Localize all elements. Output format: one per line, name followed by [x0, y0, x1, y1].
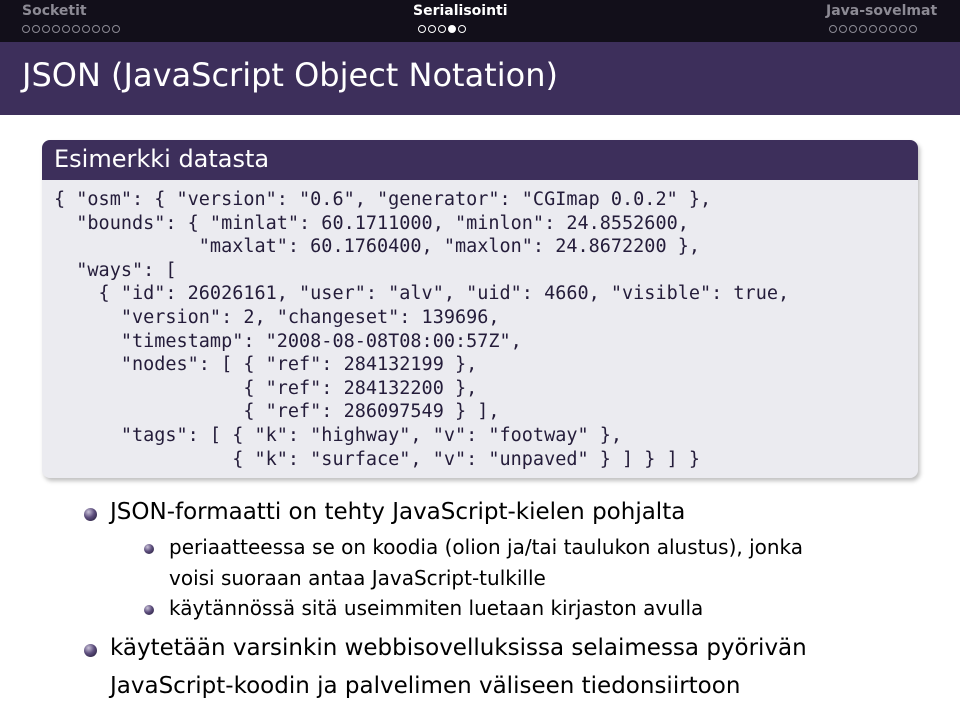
nav-dot[interactable]: [428, 25, 436, 33]
code-line: { "osm": { "version": "0.6", "generator"…: [54, 189, 712, 210]
sub-item-library: käytännössä sitä useimmiten luetaan kirj…: [169, 596, 704, 620]
frame-title: JSON (JavaScript Object Notation): [22, 56, 558, 94]
bullet-ball-icon: [84, 508, 97, 521]
code-line: "ways": [: [54, 259, 177, 281]
nav-dot[interactable]: [879, 25, 887, 33]
nav-dot[interactable]: [418, 25, 426, 33]
code-line: { "ref": 286097549 } ],: [54, 401, 500, 423]
nav-dot[interactable]: [22, 25, 30, 33]
frame-title-bar: JSON (JavaScript Object Notation): [0, 42, 960, 115]
bullet-item-web-line2: JavaScript-koodin ja palvelimen väliseen…: [110, 673, 741, 699]
nav-section-serialisointi[interactable]: Serialisointi: [413, 3, 508, 19]
nav-dot[interactable]: [909, 25, 917, 33]
nav-dot[interactable]: [32, 25, 40, 33]
nav-dot[interactable]: [869, 25, 877, 33]
nav-dot[interactable]: [72, 25, 80, 33]
example-block-header: Esimerkki datasta: [42, 140, 918, 180]
nav-dot[interactable]: [62, 25, 70, 33]
nav-section-java-sovelmat[interactable]: Java-sovelmat: [826, 3, 937, 19]
code-line: { "k": "surface", "v": "unpaved" } ] } ]…: [54, 448, 701, 470]
bullet-item-json-format: JSON-formaatti on tehty JavaScript-kiele…: [110, 499, 686, 525]
nav-dot[interactable]: [92, 25, 100, 33]
nav-dot-current[interactable]: [448, 25, 456, 33]
nav-dot[interactable]: [859, 25, 867, 33]
code-line: "nodes": [ { "ref": 284132199 },: [54, 354, 478, 376]
sub-item-code-line2: voisi suoraan antaa JavaScript-tulkille: [169, 566, 546, 590]
sub-item-code-line1: periaatteessa se on koodia (olion ja/tai…: [169, 535, 804, 559]
example-block: Esimerkki datasta { "osm": { "version": …: [42, 140, 918, 478]
bullet-item-web-line1: käytetään varsinkin webbisovelluksissa s…: [110, 635, 807, 661]
code-line: { "id": 26026161, "user": "alv", "uid": …: [54, 283, 790, 305]
nav-dots-java-sovelmat: [829, 25, 917, 35]
nav-dot[interactable]: [102, 25, 110, 33]
code-line: "bounds": { "minlat": 60.1711000, "minlo…: [54, 212, 689, 234]
example-block-title: Esimerkki datasta: [54, 145, 270, 173]
nav-dot[interactable]: [458, 25, 466, 33]
nav-section-socketit[interactable]: Socketit: [22, 3, 87, 19]
nav-dot[interactable]: [42, 25, 50, 33]
navigation-bar: Socketit Serialisointi Java-sovelmat: [0, 0, 960, 42]
code-line: { "ref": 284132200 },: [54, 377, 478, 399]
nav-dot[interactable]: [52, 25, 60, 33]
nav-dot[interactable]: [82, 25, 90, 33]
nav-dot[interactable]: [899, 25, 907, 33]
code-line: "timestamp": "2008-08-08T08:00:57Z",: [54, 330, 522, 352]
code-line: "tags": [ { "k": "highway", "v": "footwa…: [54, 424, 623, 446]
bullet-ball-icon: [84, 644, 97, 657]
sub-bullet-ball-icon: [144, 605, 154, 615]
nav-dot[interactable]: [829, 25, 837, 33]
code-listing: { "osm": { "version": "0.6", "generator"…: [54, 188, 789, 471]
nav-dots-serialisointi: [418, 25, 466, 35]
code-line: "maxlat": 60.1760400, "maxlon": 24.86722…: [54, 236, 701, 258]
nav-dot[interactable]: [112, 25, 120, 33]
sub-bullet-ball-icon: [144, 544, 154, 554]
nav-dot[interactable]: [438, 25, 446, 33]
nav-dots-socketit: [22, 25, 120, 35]
nav-dot[interactable]: [849, 25, 857, 33]
code-line: "version": 2, "changeset": 139696,: [54, 306, 500, 328]
nav-dot[interactable]: [839, 25, 847, 33]
nav-dot[interactable]: [889, 25, 897, 33]
